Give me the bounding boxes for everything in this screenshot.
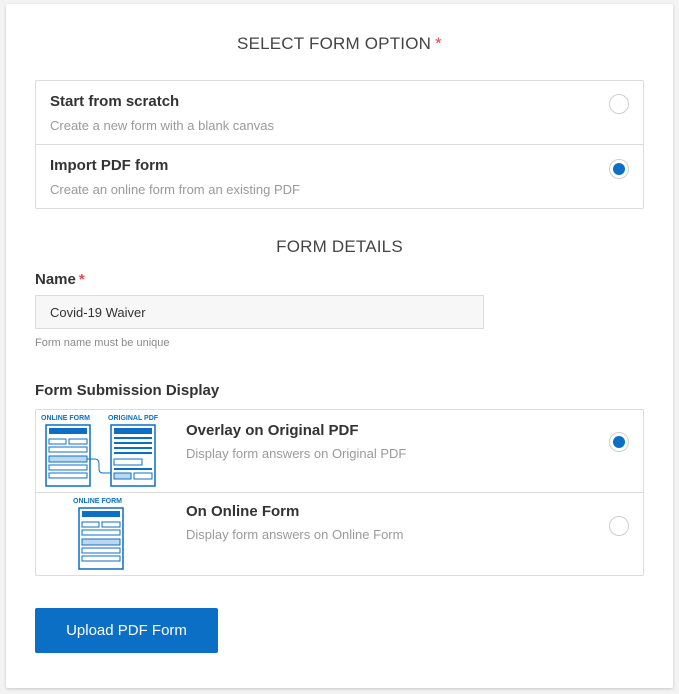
option-title: Overlay on Original PDF (186, 422, 359, 439)
option-title: Import PDF form (50, 157, 169, 174)
option-description: Create a new form with a blank canvas (50, 118, 274, 133)
name-label-text: Name (35, 271, 76, 288)
overlay-illustration-icon: ONLINE FORM ORIGINAL PDF (41, 415, 159, 487)
option-import-pdf-form[interactable]: Import PDF form Create an online form fr… (36, 145, 643, 208)
required-mark: * (78, 271, 85, 288)
form-card: SELECT FORM OPTION * Start from scratch C… (6, 4, 673, 688)
option-description: Display form answers on Online Form (186, 527, 404, 542)
illustration-original-pdf-label: ORIGINAL PDF (108, 415, 159, 422)
option-overlay-on-original-pdf[interactable]: ONLINE FORM ORIGINAL PDF Overlay on Orig… (36, 410, 643, 493)
name-input[interactable] (35, 295, 484, 329)
online-form-illustration-icon: ONLINE FORM (73, 498, 124, 570)
import-pdf-form-radio[interactable] (609, 159, 629, 179)
form-submission-display-label: Form Submission Display (35, 382, 220, 399)
form-details-title: FORM DETAILS (276, 237, 403, 256)
option-description: Display form answers on Original PDF (186, 446, 407, 461)
name-hint: Form name must be unique (35, 337, 170, 349)
overlay-on-original-pdf-radio[interactable] (609, 432, 629, 452)
required-mark: * (435, 34, 442, 53)
option-title: Start from scratch (50, 93, 180, 110)
illustration-online-form-label: ONLINE FORM (73, 498, 122, 505)
form-option-group: Start from scratch Create a new form wit… (35, 80, 644, 209)
select-form-option-title: SELECT FORM OPTION * (6, 34, 673, 54)
option-start-from-scratch[interactable]: Start from scratch Create a new form wit… (36, 81, 643, 145)
name-label: Name * (35, 271, 85, 288)
submission-display-group: ONLINE FORM ORIGINAL PDF Overlay on Orig… (35, 409, 644, 576)
option-title: On Online Form (186, 503, 300, 520)
select-form-option-text: SELECT FORM OPTION (237, 34, 432, 53)
upload-pdf-form-button[interactable]: Upload PDF Form (35, 608, 218, 653)
option-on-online-form[interactable]: ONLINE FORM On Online Form Display form … (36, 493, 643, 575)
option-description: Create an online form from an existing P… (50, 182, 300, 197)
start-from-scratch-radio[interactable] (609, 94, 629, 114)
on-online-form-radio[interactable] (609, 516, 629, 536)
illustration-online-form-label: ONLINE FORM (41, 415, 90, 422)
